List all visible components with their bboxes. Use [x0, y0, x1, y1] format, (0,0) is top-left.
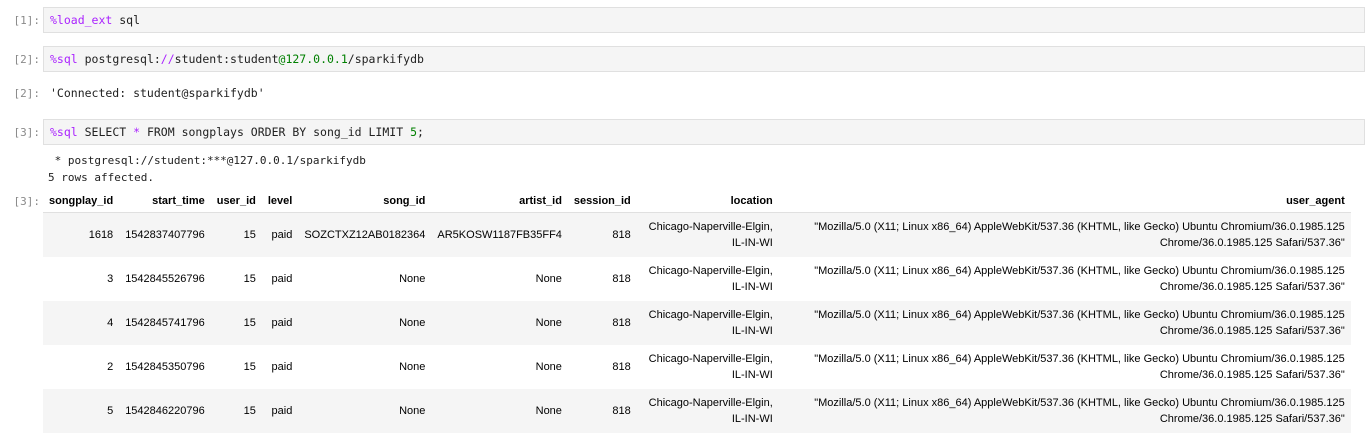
table-cell-location: Chicago-Naperville-Elgin, IL-IN-WI — [636, 389, 779, 433]
table-cell-location: Chicago-Naperville-Elgin, IL-IN-WI — [636, 301, 779, 345]
table-cell-user-id: 15 — [210, 212, 262, 257]
table-cell-level: paid — [271, 361, 293, 373]
table-cell-songplay-id: 3 — [107, 273, 114, 285]
table-cell-songplay-id: 5 — [43, 389, 120, 433]
table-cell-level: paid — [261, 212, 299, 257]
table-cell-level: paid — [261, 389, 299, 433]
code-token: 5 — [410, 125, 417, 139]
table-row: 3 1542845526796 15 paid None None 818 Chicago-N… — [43, 257, 1351, 301]
table-cell-start-time: 1542846220796 — [119, 389, 211, 433]
table-cell-song-id: None — [298, 389, 432, 433]
table-cell-song-id: SOZCTXZ12AB0182364 — [298, 212, 432, 257]
table-cell-start-time: 1542837407796 — [119, 212, 211, 257]
code-token: ; — [417, 125, 424, 139]
table-cell-start-time: 1542845350796 — [125, 361, 205, 373]
table-cell-user-agent: "Mozilla/5.0 (X11; Linux x86_64) AppleWe… — [814, 353, 1345, 381]
table-cell-user-id: 15 — [243, 273, 256, 285]
code-token: * — [133, 125, 141, 139]
column-header-user-agent: user_agent — [778, 190, 1351, 213]
code-token: FROM songplays ORDER BY song_id LIMIT — [140, 125, 411, 139]
table-cell-user-agent: "Mozilla/5.0 (X11; Linux x86_64) AppleWe… — [778, 389, 1351, 433]
column-header-song-id: song_id — [298, 190, 432, 213]
table-cell-artist-id: None — [431, 301, 568, 345]
output-3-rows-affected: 5 rows affected. — [48, 171, 154, 184]
table-cell-song-id: None — [399, 273, 426, 285]
table-cell-level: paid — [261, 301, 299, 345]
table-cell-artist-id: None — [535, 273, 562, 285]
cell-2-prompt: [2]: — [13, 53, 41, 66]
table-cell-location: Chicago-Naperville-Elgin, IL-IN-WI — [648, 265, 773, 293]
table-cell-user-id: 15 — [243, 361, 256, 373]
table-row: 4 1542845741796 15 paid None None 818 Chicago-N… — [43, 301, 1351, 345]
table-cell-session-id: 818 — [567, 389, 637, 433]
table-cell-session-id: 818 — [612, 273, 631, 285]
cell-2-input[interactable]: %sql postgresql://student:student@127.0.… — [43, 46, 1365, 72]
table-row: 1618 1542837407796 15 paid SOZCTXZ12AB018236… — [43, 212, 1351, 257]
column-header-artist-id: artist_id — [431, 190, 568, 213]
output-2-prompt: [2]: — [13, 87, 41, 100]
table-cell-user-agent: "Mozilla/5.0 (X11; Linux x86_64) AppleWe… — [814, 265, 1345, 293]
column-header-location: location — [636, 190, 779, 213]
table-cell-user-agent: "Mozilla/5.0 (X11; Linux x86_64) AppleWe… — [778, 212, 1351, 257]
column-header-user-id: user_id — [210, 190, 262, 213]
table-header-row: songplay_id start_time user_id level song_id… — [43, 190, 1351, 213]
table-cell-start-time: 1542845526796 — [125, 273, 205, 285]
table-row: 2 1542845350796 15 paid None None 818 Chicago-N… — [43, 345, 1351, 389]
code-token: postgresql: — [77, 52, 161, 66]
table-cell-location: Chicago-Naperville-Elgin, IL-IN-WI — [648, 353, 773, 381]
table-cell-session-id: 818 — [567, 301, 637, 345]
table-cell-song-id: None — [399, 361, 426, 373]
table-row: 5 1542846220796 15 paid None None 818 Chicago-N… — [43, 389, 1351, 433]
table-cell-start-time: 1542845741796 — [119, 301, 211, 345]
code-token: 127.0.0.1 — [285, 52, 348, 66]
table-cell-songplay-id: 4 — [43, 301, 120, 345]
table-cell-level: paid — [271, 273, 293, 285]
cell-1-input[interactable]: %load_ext sql — [43, 7, 1365, 33]
table-body: 1618 1542837407796 15 paid SOZCTXZ12AB018236… — [43, 212, 1351, 433]
table-cell-songplay-id: 2 — [107, 361, 114, 373]
table-cell-artist-id: AR5KOSW1187FB35FF4 — [431, 212, 568, 257]
code-token: SELECT — [77, 125, 134, 139]
table-cell-user-id: 15 — [210, 301, 262, 345]
column-header-level: level — [261, 190, 299, 213]
column-header-songplay-id: songplay_id — [43, 190, 120, 213]
code-token: // — [160, 52, 175, 66]
cell-1-prompt: [1]: — [13, 14, 41, 27]
result-table: songplay_id start_time user_id level song_id… — [43, 190, 1351, 433]
code-token: sql — [112, 13, 141, 27]
table-cell-session-id: 818 — [612, 361, 631, 373]
table-cell-user-agent: "Mozilla/5.0 (X11; Linux x86_64) AppleWe… — [778, 301, 1351, 345]
table-cell-session-id: 818 — [567, 212, 637, 257]
table-cell-song-id: None — [298, 301, 432, 345]
code-token: %sql — [50, 52, 78, 66]
column-header-session-id: session_id — [567, 190, 637, 213]
table-cell-songplay-id: 1618 — [43, 212, 120, 257]
output-3-prompt: [3]: — [13, 195, 41, 208]
code-token: %sql — [50, 125, 78, 139]
code-token: %load_ext — [50, 13, 113, 27]
table-cell-artist-id: None — [535, 361, 562, 373]
output-2-text: 'Connected: student@sparkifydb' — [50, 86, 265, 100]
code-token: /sparkifydb — [347, 52, 424, 66]
table-cell-artist-id: None — [431, 389, 568, 433]
table-cell-location: Chicago-Naperville-Elgin, IL-IN-WI — [636, 212, 779, 257]
output-3-connection-line: * postgresql://student:***@127.0.0.1/spa… — [48, 154, 366, 167]
column-header-start-time: start_time — [119, 190, 211, 213]
cell-3-input[interactable]: %sql SELECT * FROM songplays ORDER BY so… — [43, 119, 1365, 145]
cell-3-prompt: [3]: — [13, 126, 41, 139]
table-cell-user-id: 15 — [210, 389, 262, 433]
code-token: student:student — [174, 52, 279, 66]
